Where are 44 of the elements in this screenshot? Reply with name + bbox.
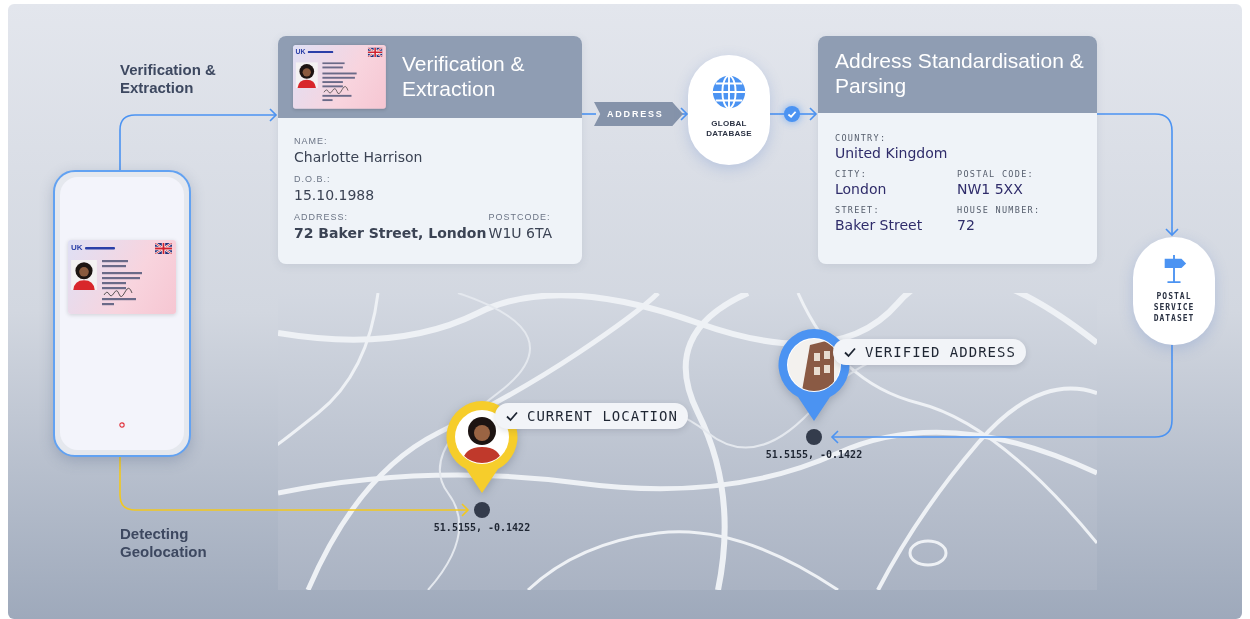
globe-icon — [710, 73, 748, 111]
field-value: W1U 6TA — [488, 225, 552, 241]
field-label: CITY: — [835, 169, 868, 179]
flag-icon — [155, 243, 172, 254]
field-label: STREET: — [835, 205, 880, 215]
flag-icon — [367, 47, 383, 58]
step-label: Verification & Extraction — [120, 61, 217, 97]
connector-arrow — [799, 107, 818, 121]
field-label: D.O.B.: — [294, 174, 331, 184]
coordinates: 51.5155, -0.1422 — [432, 522, 532, 533]
field-label: POSTAL CODE: — [957, 169, 1034, 179]
field-value: Charlotte Harrison — [294, 149, 423, 165]
connector-line — [581, 113, 597, 115]
field-label: ADDRESS: — [294, 212, 348, 222]
connector-line — [769, 113, 785, 115]
card-title: Address Standardisation & Parsing — [835, 48, 1085, 98]
node-label: GLOBAL DATABASE — [705, 119, 753, 139]
field-label: POSTCODE: — [488, 212, 551, 222]
field-label: HOUSE NUMBER: — [957, 205, 1041, 215]
card-title: Verification & Extraction — [402, 51, 526, 101]
chip-label: VERIFIED ADDRESS — [865, 344, 1016, 360]
field-label: COUNTRY: — [835, 133, 887, 143]
step-label: Detecting Geolocation — [120, 525, 208, 561]
field-value: 72 — [957, 217, 975, 233]
check-icon — [505, 409, 519, 423]
avatar-icon — [295, 62, 318, 88]
chip-label: CURRENT LOCATION — [527, 408, 678, 424]
node-label: POSTAL SERVICE DATASET — [1152, 291, 1196, 324]
licence-heading-line — [84, 247, 115, 250]
field-value: 15.10.1988 — [294, 187, 375, 203]
address-tag: ADDRESS — [594, 102, 683, 126]
check-icon — [783, 105, 801, 123]
coordinates: 51.5155, -0.1422 — [764, 449, 864, 460]
field-value: Baker Street — [835, 217, 923, 233]
licence-country: UK — [71, 243, 83, 252]
check-icon — [843, 345, 857, 359]
logo-icon — [119, 422, 125, 428]
field-value: NW1 5XX — [957, 181, 1023, 197]
avatar-icon — [71, 260, 97, 290]
field-value: 72 Baker Street, London — [294, 225, 487, 241]
licence-heading-line — [307, 51, 334, 54]
field-value: United Kingdom — [835, 145, 948, 161]
field-label: NAME: — [294, 136, 328, 146]
field-value: London — [835, 181, 887, 197]
